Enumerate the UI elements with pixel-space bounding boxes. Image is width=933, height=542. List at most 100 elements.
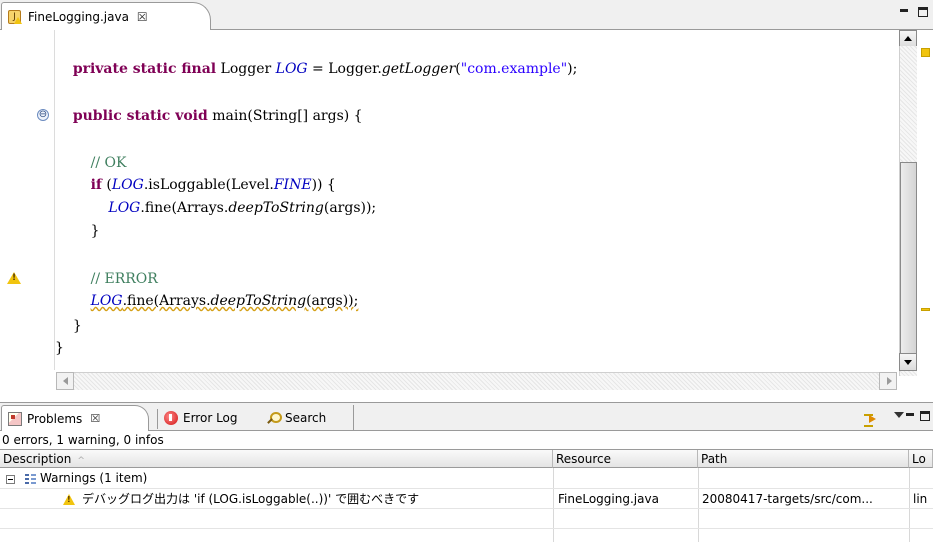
overview-warning-mark[interactable] xyxy=(921,308,930,311)
field-token: LOG xyxy=(275,61,308,77)
column-divider xyxy=(698,468,699,542)
java-file-warning-icon: J xyxy=(8,9,23,25)
code-line[interactable]: // ERROR xyxy=(55,268,158,290)
minimize-view-button[interactable] xyxy=(906,413,914,416)
arrow-right-icon xyxy=(887,377,892,385)
scroll-left-button[interactable] xyxy=(56,372,74,390)
close-tab-button[interactable]: ☒ xyxy=(137,10,148,24)
search-icon xyxy=(266,411,282,425)
code-line[interactable]: private static final Logger LOG = Logger… xyxy=(55,58,578,80)
column-header-description[interactable]: Description ^ xyxy=(0,450,553,468)
code-text: (args)); xyxy=(323,200,377,216)
column-header-path[interactable]: Path xyxy=(698,450,909,468)
code-line[interactable]: } xyxy=(55,220,100,242)
arrow-down-icon xyxy=(904,360,912,365)
collapse-group-toggle[interactable] xyxy=(6,475,15,484)
editor-tab-finelogging[interactable]: J FineLogging.java ☒ xyxy=(1,2,211,30)
scroll-down-button[interactable] xyxy=(899,353,917,371)
static-method-token: deepToString xyxy=(210,293,307,309)
code-text: )) { xyxy=(311,177,336,193)
tab-problems[interactable]: Problems ☒ xyxy=(1,405,149,431)
collapse-fold-icon[interactable]: ⊖ xyxy=(37,109,49,121)
string-literal: "com.example" xyxy=(460,61,568,77)
code-line-with-warning[interactable]: LOG.fine(Arrays.deepToString(args)); xyxy=(55,290,359,312)
tab-separator xyxy=(157,409,158,429)
arrow-up-icon xyxy=(904,36,912,41)
minimize-editor-button[interactable] xyxy=(900,9,908,12)
group-label[interactable]: Warnings (1 item) xyxy=(40,468,147,488)
maximize-view-button[interactable] xyxy=(920,411,930,421)
close-problems-tab-button[interactable]: ☒ xyxy=(90,412,100,425)
view-menu-icon[interactable] xyxy=(894,412,904,418)
folding-ruler xyxy=(40,30,52,370)
keyword-token: private static final xyxy=(72,61,217,77)
keyword-token: if xyxy=(90,177,102,193)
problems-view-tab-bar: Problems ☒ Error Log Search xyxy=(0,402,933,431)
overview-warning-summary-icon[interactable] xyxy=(921,48,930,57)
vertical-scroll-thumb[interactable] xyxy=(900,162,917,354)
vertical-scrollbar[interactable] xyxy=(899,46,917,376)
maximize-editor-button[interactable] xyxy=(918,7,928,17)
warnings-group-icon xyxy=(24,473,36,485)
column-header-label: Description xyxy=(3,452,72,466)
keyword-token: public static void xyxy=(72,108,208,124)
code-line[interactable]: } xyxy=(55,315,82,337)
problems-summary: 0 errors, 1 warning, 0 infos xyxy=(2,433,164,447)
code-text: Logger xyxy=(216,61,276,77)
column-header-location[interactable]: Lo xyxy=(909,450,933,468)
code-line[interactable]: if (LOG.isLoggable(Level.FINE)) { xyxy=(55,174,336,196)
field-token: LOG xyxy=(108,200,141,216)
problem-resource[interactable]: FineLogging.java xyxy=(558,489,696,509)
code-text: ); xyxy=(567,61,578,77)
java-editor[interactable]: ⊖ private static final Logger LOG = Logg… xyxy=(0,30,933,400)
code-text: .isLoggable(Level. xyxy=(143,177,274,193)
scroll-right-button[interactable] xyxy=(879,372,897,390)
error-log-icon xyxy=(164,411,178,425)
problem-location[interactable]: lin xyxy=(913,489,933,509)
filter-icon[interactable] xyxy=(862,412,878,427)
warning-marker-icon[interactable] xyxy=(7,272,21,284)
warning-icon xyxy=(63,494,75,505)
problem-path[interactable]: 20080417-targets/src/com... xyxy=(702,489,907,509)
problems-icon xyxy=(8,411,22,426)
code-line[interactable]: } xyxy=(55,337,64,359)
tab-problems-label: Problems xyxy=(27,411,83,426)
annotation-ruler[interactable] xyxy=(0,30,28,370)
code-line[interactable]: // OK xyxy=(55,152,127,174)
editor-tab-label: FineLogging.java xyxy=(28,9,129,24)
code-text: ( xyxy=(101,177,112,193)
code-line[interactable]: LOG.fine(Arrays.deepToString(args)); xyxy=(55,197,376,219)
code-text: } xyxy=(90,223,100,239)
column-divider xyxy=(553,468,554,542)
comment-token: // OK xyxy=(90,155,127,171)
field-token: LOG xyxy=(90,293,123,309)
column-header-resource[interactable]: Resource xyxy=(553,450,698,468)
horizontal-scrollbar[interactable] xyxy=(74,372,879,390)
problems-table[interactable]: Description ^ Resource Path Lo Warnings (… xyxy=(0,449,933,542)
overview-ruler[interactable] xyxy=(918,60,933,390)
code-text: main(String[] args) { xyxy=(207,108,363,124)
code-line[interactable]: public static void main(String[] args) { xyxy=(55,105,363,127)
tab-error-log[interactable]: Error Log xyxy=(160,405,238,431)
editor-tab-bar: J FineLogging.java ☒ xyxy=(0,0,933,30)
code-text: = Logger. xyxy=(307,61,382,77)
sort-indicator-icon: ^ xyxy=(77,456,85,466)
code-text: } xyxy=(55,340,64,356)
field-token: FINE xyxy=(273,177,312,193)
tab-search[interactable]: Search xyxy=(262,405,354,431)
comment-token: // ERROR xyxy=(90,271,158,287)
arrow-left-icon xyxy=(63,377,68,385)
code-text: (args)); xyxy=(306,293,359,309)
tab-search-label: Search xyxy=(285,411,327,425)
code-text: } xyxy=(72,318,82,334)
problem-description[interactable]: デバッグログ出力は 'if (LOG.isLoggable(..))' で囲むべ… xyxy=(82,489,550,509)
static-method-token: deepToString xyxy=(228,200,324,216)
